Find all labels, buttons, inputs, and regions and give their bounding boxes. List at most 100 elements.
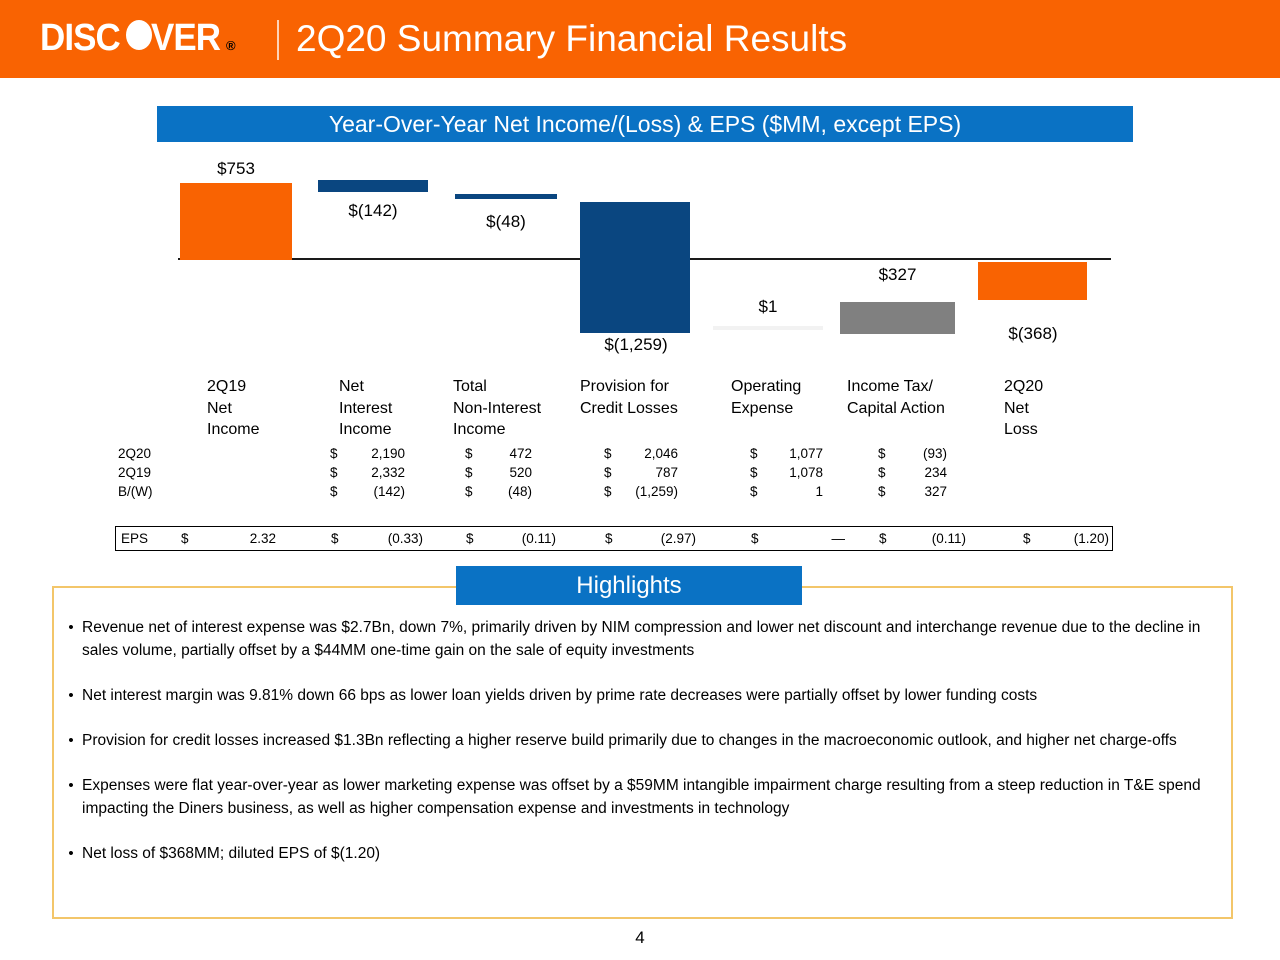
eps-row-label: EPS	[121, 531, 149, 546]
row-2q20-dollar-3: $	[750, 446, 758, 461]
waterfall-chart: $753 $(142) $(48) $(1,259) $1 $327 $(368)	[0, 150, 1280, 375]
cat-2q19-net-income-line-0: 2Q19	[207, 378, 247, 395]
cat-income-tax-capital-action: Income Tax/Capital Action	[847, 376, 945, 441]
page-title: 2Q20 Summary Financial Results	[296, 18, 848, 59]
cat-2q19-net-income-line-1: Net	[207, 399, 232, 417]
cat-income-tax-capital-action-line-0: Income Tax/	[847, 378, 933, 395]
chart-bar-label-2q19-net-income: $753	[217, 159, 255, 178]
eps-value-4: —	[831, 531, 846, 546]
row-2q19-value-0: 2,332	[371, 465, 405, 480]
cat-total-non-interest-income-line-0: Total	[453, 378, 487, 395]
cat-income-tax-capital-action-line-2	[847, 419, 945, 441]
eps-dollar-5: $	[879, 531, 887, 546]
highlights-banner: Highlights	[456, 566, 802, 605]
discover-logo: DISC VER ®	[40, 19, 236, 63]
highlight-text: Net interest margin was 9.81% down 66 bp…	[82, 687, 1038, 704]
row-2q20-value-2: 2,046	[644, 446, 678, 461]
table-row: 2Q20 $2,190 $472 $2,046 $1,077 $ (93)	[0, 446, 1280, 463]
row-bw-value-3: 1	[815, 484, 823, 499]
bullet-icon: •	[68, 845, 74, 862]
row-2q20-value-0: 2,190	[371, 446, 405, 461]
row-2q20-dollar-0: $	[330, 446, 338, 461]
row-2q19-dollar-0: $	[330, 465, 338, 480]
table-row: B/(W) $ (142) $ (48) $ (1,259) $1 $327	[0, 484, 1280, 501]
eps-dollar-2: $	[466, 531, 474, 546]
cat-2q19-net-income: 2Q19 Net Income	[207, 376, 259, 441]
eps-value-6: (1.20)	[1073, 531, 1109, 546]
row-bw-value-4: 327	[924, 484, 947, 499]
row-2q19-value-3: 1,078	[789, 465, 823, 480]
cat-total-non-interest-income-line-2: Income	[453, 421, 506, 438]
chart-bar-operating-expense	[713, 326, 823, 330]
cat-net-interest-income-line-0: Net	[339, 378, 364, 395]
cat-total-non-interest-income: Total Non-Interest Income	[453, 376, 541, 441]
cat-operating-expense-line-0: Operating	[731, 378, 802, 395]
chart-bar-2q20-net-loss	[978, 262, 1087, 300]
highlight-text: Provision for credit losses increased $1…	[82, 732, 1177, 749]
logo-text-right: VER	[150, 17, 221, 59]
cat-provision-for-credit-losses: Provision for Credit Losses	[580, 376, 678, 441]
row-2q20-value-3: 1,077	[789, 446, 823, 461]
cat-2q20-net-loss: 2Q20 Net Loss	[1004, 376, 1043, 441]
chart-bar-label-2q20-net-loss: $(368)	[1008, 324, 1058, 343]
cat-net-interest-income: Net Interest Income	[339, 376, 392, 441]
row-2q19-dollar-2: $	[604, 465, 612, 480]
highlight-item: • Expenses were flat year-over-year as lo…	[60, 774, 1228, 820]
highlight-text: Revenue net of interest expense was $2.7…	[82, 619, 1201, 659]
bullet-icon: •	[68, 687, 74, 704]
row-bw-dollar-2: $	[604, 484, 612, 499]
row-2q20-value-1: 472	[509, 446, 532, 461]
cat-net-interest-income-line-2: Income	[339, 421, 392, 438]
chart-bar-total-non-interest-income	[455, 194, 557, 199]
row-bw-dollar-4: $	[878, 484, 886, 499]
cat-2q19-net-income-line-2: Income	[207, 421, 260, 438]
highlight-item: • Provision for credit losses increased $…	[60, 729, 1228, 752]
eps-dollar-1: $	[331, 531, 339, 546]
row-2q19-value-2: 787	[655, 465, 678, 480]
eps-value-1: (0.33)	[387, 531, 423, 546]
chart-bar-net-interest-income	[318, 180, 428, 192]
registered-trademark-icon: ®	[225, 38, 236, 53]
cat-provision-for-credit-losses-line-1: Credit Losses	[580, 399, 678, 417]
eps-value-2: (0.11)	[521, 531, 556, 546]
chart-bar-label-operating-expense: $1	[758, 297, 778, 316]
chart-bar-label-provision-for-credit-losses: $(1,259)	[604, 335, 668, 354]
eps-dollar-6: $	[1023, 531, 1031, 546]
cat-operating-expense-line-1: Expense	[731, 399, 794, 417]
bullet-icon: •	[68, 619, 74, 636]
row-2q20-value-4: (93)	[922, 446, 947, 461]
chart-title: Year-Over-Year Net Income/(Loss) & EPS (…	[328, 111, 962, 137]
highlight-text: Expenses were flat year-over-year as low…	[82, 777, 1201, 817]
highlight-text: Net loss of $368MM; diluted EPS of $(1.2…	[82, 845, 381, 862]
row-2q19-dollar-4: $	[878, 465, 886, 480]
row-bw-label: B/(W)	[118, 484, 153, 499]
chart-category-labels: 2Q19 Net Income Net Interest Income Total Non-I…	[0, 376, 1280, 442]
cat-operating-expense-line-2	[731, 419, 801, 441]
row-bw-value-0: (142)	[373, 484, 405, 499]
discover-orb-icon	[125, 20, 152, 50]
eps-value-5: (0.11)	[931, 531, 966, 546]
row-2q19-value-4: 234	[924, 465, 947, 480]
eps-dollar-3: $	[605, 531, 613, 546]
cat-net-interest-income-line-1: Interest	[339, 399, 393, 417]
row-2q20-dollar-4: $	[878, 446, 886, 461]
eps-dollar-4: $	[751, 531, 759, 546]
chart-bar-provision-for-credit-losses	[580, 202, 690, 333]
chart-bar-label-income-tax-capital-action: $327	[878, 265, 917, 284]
eps-dollar-0: $	[181, 531, 189, 546]
cat-total-non-interest-income-line-1: Non-Interest	[453, 399, 542, 417]
cat-operating-expense: Operating Expense	[731, 376, 801, 441]
cat-2q20-net-loss-line-0: 2Q20	[1004, 378, 1044, 395]
header-bar: DISC VER ® 2Q20 Summary Financial Results	[0, 0, 1280, 78]
row-bw-dollar-0: $	[330, 484, 338, 499]
row-2q19-label: 2Q19	[118, 465, 152, 480]
logo-divider	[277, 20, 279, 60]
eps-value-0: 2.32	[249, 531, 276, 546]
logo-text-left: DISC	[40, 17, 121, 59]
highlight-item: • Net loss of $368MM; diluted EPS of $(1.…	[60, 842, 1228, 865]
cat-2q20-net-loss-line-2: Loss	[1004, 421, 1038, 438]
row-bw-value-1: (48)	[507, 484, 532, 499]
cat-2q20-net-loss-line-1: Net	[1004, 399, 1029, 417]
row-bw-dollar-3: $	[750, 484, 758, 499]
cat-provision-for-credit-losses-line-0: Provision for	[580, 378, 669, 395]
